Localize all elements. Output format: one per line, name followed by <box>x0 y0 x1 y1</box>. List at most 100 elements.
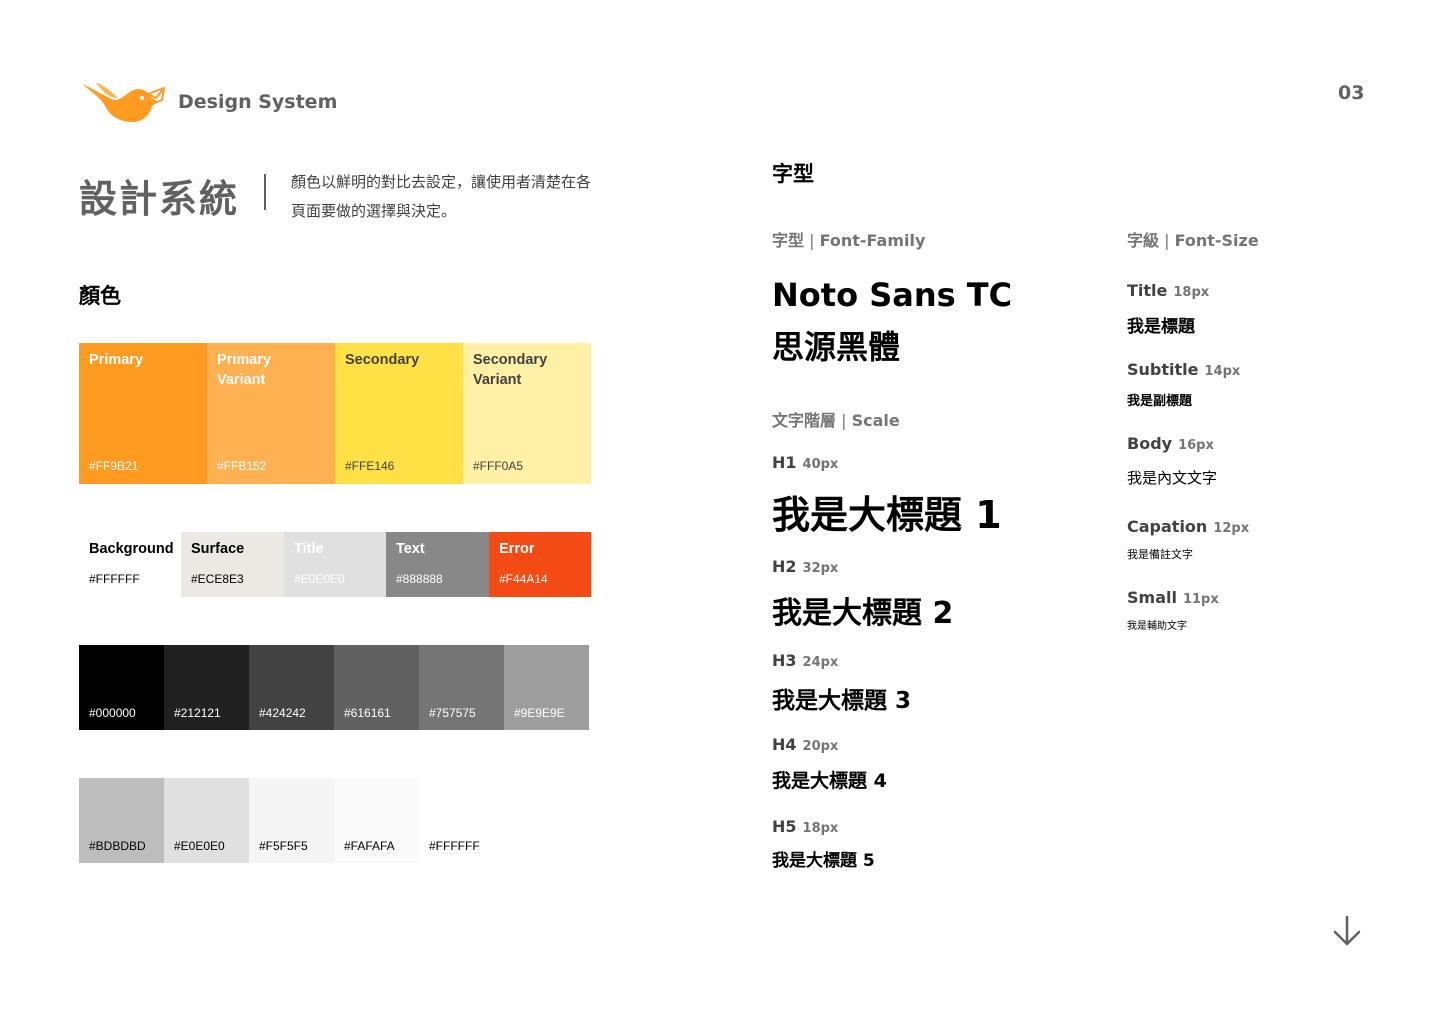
size-tag: Capation <box>1127 517 1208 536</box>
swatch-gray-fafafa: #FAFAFA <box>334 778 419 863</box>
swatch-hex: #F5F5F5 <box>259 839 308 853</box>
scale-tag: H2 <box>772 557 797 576</box>
swatch-hex: #FAFAFA <box>344 839 395 853</box>
arrow-down-icon[interactable] <box>1330 914 1364 948</box>
swatch-gray-757575: #757575 <box>419 645 504 730</box>
swatch-label: Secondary <box>345 352 420 368</box>
swatch-hex: #000000 <box>89 706 136 720</box>
swatch-primary-variant: Primary Variant #FFB152 <box>207 343 335 484</box>
swatch-hex: #424242 <box>259 706 306 720</box>
swatch-label: Background <box>89 541 174 557</box>
swatch-hex: #757575 <box>429 706 476 720</box>
swatch-secondary: Secondary #FFE146 <box>335 343 463 484</box>
swatch-gray-e0e0e0: #E0E0E0 <box>164 778 249 863</box>
size-px: 12px <box>1213 521 1250 536</box>
swatch-label: Secondary Variant <box>473 352 548 388</box>
scale-sample-h2: 我是大標題 2 <box>772 596 954 631</box>
swatch-background: Background #FFFFFF <box>79 532 181 597</box>
page-title: 設計系統 <box>79 177 240 221</box>
scale-sample-h3: 我是大標題 3 <box>772 688 912 714</box>
swatch-hex: #FF9B21 <box>89 459 139 473</box>
scale-label: 文字階層 | Scale <box>772 411 900 430</box>
size-tag: Subtitle <box>1127 360 1199 379</box>
scale-row-h3: H3 24px <box>772 651 838 670</box>
scale-size: 18px <box>802 821 839 836</box>
swatch-label: Primary Variant <box>217 352 272 388</box>
scale-tag: H4 <box>772 735 797 754</box>
swatch-gray-000000: #000000 <box>79 645 164 730</box>
swatch-label: Title <box>294 541 324 557</box>
swatch-hex: #FFB152 <box>217 459 267 473</box>
size-sample-body: 我是內文文字 <box>1127 469 1218 487</box>
swatch-secondary-variant: Secondary Variant #FFF0A5 <box>463 343 591 484</box>
size-tag: Small <box>1127 588 1177 607</box>
swatch-gray-616161: #616161 <box>334 645 419 730</box>
swatch-title: Title #E0E0E0 <box>284 532 386 597</box>
font-family-label-en: Font-Family <box>819 231 926 250</box>
swatch-label: Surface <box>191 541 245 557</box>
scale-row-h1: H1 40px <box>772 453 838 472</box>
size-sample-small: 我是輔助文字 <box>1127 621 1187 632</box>
font-size-label: 字級 | Font-Size <box>1127 231 1259 250</box>
font-family-label: 字型 | Font-Family <box>772 231 926 250</box>
swatch-hex: #BDBDBD <box>89 839 146 853</box>
swatch-surface: Surface #ECE8E3 <box>181 532 284 597</box>
scale-tag: H5 <box>772 817 797 836</box>
size-sample-title: 我是標題 <box>1127 317 1195 337</box>
size-px: 14px <box>1204 364 1241 379</box>
swatch-text: Text #888888 <box>386 532 489 597</box>
scale-row-h4: H4 20px <box>772 735 838 754</box>
scale-tag: H1 <box>772 453 797 472</box>
swatch-gray-f5f5f5: #F5F5F5 <box>249 778 334 863</box>
swatch-hex: #FFFFFF <box>429 839 480 853</box>
swatch-hex: #FFE146 <box>345 459 395 473</box>
font-section-heading: 字型 <box>772 162 814 186</box>
scale-size: 20px <box>802 739 839 754</box>
scale-size: 24px <box>802 655 839 670</box>
scale-size: 32px <box>802 561 839 576</box>
scale-tag: H3 <box>772 651 797 670</box>
swatch-hex: #E0E0E0 <box>174 839 225 853</box>
swatch-primary: Primary #FF9B21 <box>79 343 207 484</box>
swatch-label: Error <box>499 541 535 557</box>
size-row-title: Title 18px <box>1127 281 1209 300</box>
title-divider <box>264 174 266 210</box>
size-tag: Body <box>1127 434 1173 453</box>
swatch-hex: #212121 <box>174 706 221 720</box>
swatch-hex: #FFFFFF <box>89 572 140 586</box>
scale-label-cn: 文字階層 <box>772 411 837 430</box>
swatch-hex: #E0E0E0 <box>294 572 345 586</box>
swatch-label: Primary <box>89 352 144 368</box>
size-row-small: Small 11px <box>1127 588 1219 607</box>
scale-row-h2: H2 32px <box>772 557 838 576</box>
size-px: 18px <box>1173 285 1210 300</box>
swatch-hex: #616161 <box>344 706 391 720</box>
size-sample-subtitle: 我是副標題 <box>1127 394 1193 409</box>
swatch-gray-ffffff: #FFFFFF <box>419 778 504 863</box>
swatch-gray-424242: #424242 <box>249 645 334 730</box>
swatch-hex: #9E9E9E <box>514 706 565 720</box>
swatch-label: Text <box>396 541 425 557</box>
swatch-error: Error #F44A14 <box>489 532 591 597</box>
size-tag: Title <box>1127 281 1168 300</box>
scale-label-en: Scale <box>851 411 900 430</box>
swatch-gray-9e9e9e: #9E9E9E <box>504 645 589 730</box>
swatch-gray-212121: #212121 <box>164 645 249 730</box>
size-row-body: Body 16px <box>1127 434 1214 453</box>
swatch-gray-bdbdbd: #BDBDBD <box>79 778 164 863</box>
swatch-hex: #FFF0A5 <box>473 459 524 473</box>
font-family-label-cn: 字型 <box>772 231 805 250</box>
size-row-caption: Capation 12px <box>1127 517 1249 536</box>
font-family-name: Noto Sans TC <box>772 276 1013 314</box>
font-family-name-cn: 思源黑體 <box>772 328 901 366</box>
font-size-label-en: Font-Size <box>1174 231 1259 250</box>
font-size-label-cn: 字級 <box>1127 231 1160 250</box>
scale-size: 40px <box>802 457 839 472</box>
swatch-hex: #888888 <box>396 572 443 586</box>
color-section-heading: 顏色 <box>79 284 121 308</box>
size-px: 11px <box>1182 592 1219 607</box>
scale-sample-h4: 我是大標題 4 <box>772 770 887 792</box>
scale-sample-h5: 我是大標題 5 <box>772 851 875 871</box>
intro-description: 顏色以鮮明的對比去設定，讓使用者清楚在各頁面要做的選擇與決定。 <box>291 173 592 220</box>
page-number: 03 <box>1338 82 1365 104</box>
